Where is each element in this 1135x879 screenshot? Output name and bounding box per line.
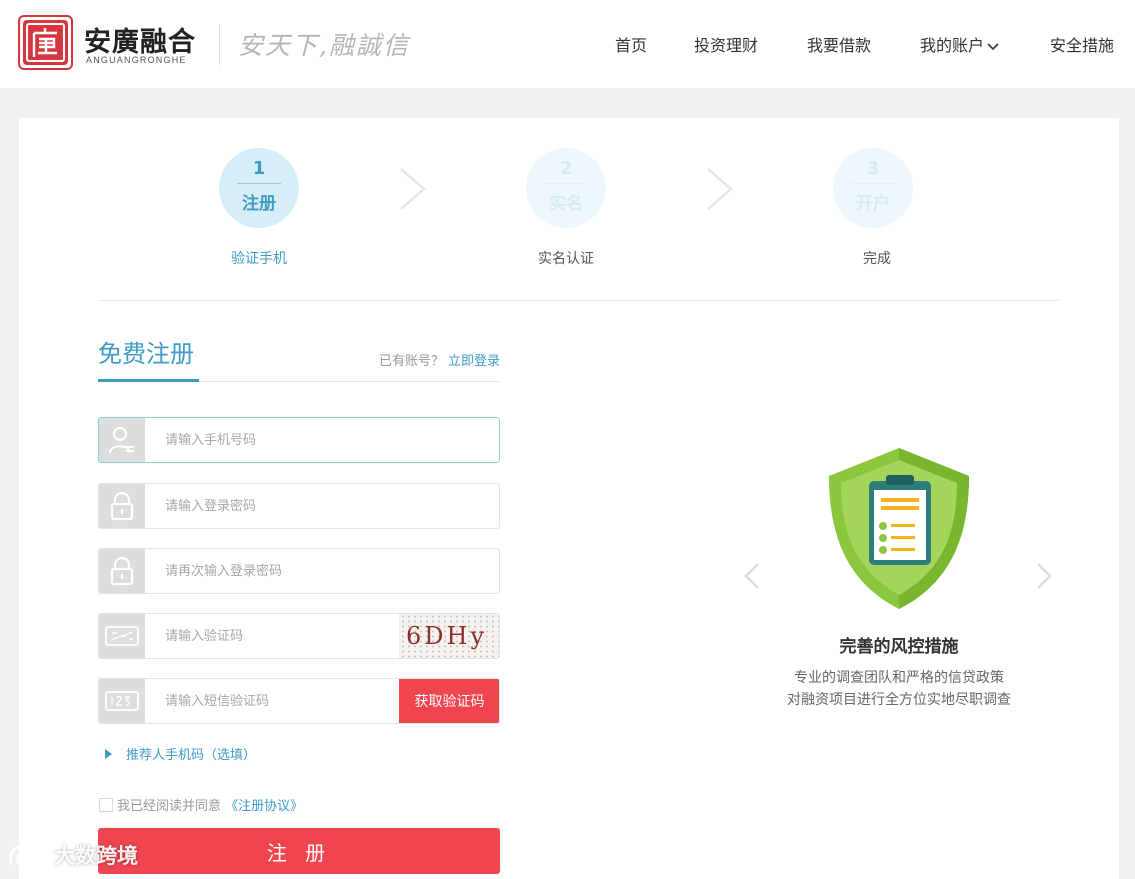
brand-slogan: 安天下,融誠信 xyxy=(238,31,410,60)
shield-clipboard-icon xyxy=(829,448,969,609)
captcha-field: 6DHy xyxy=(98,613,500,659)
user-icon xyxy=(99,418,145,462)
agreement-link[interactable]: 《注册协议》 xyxy=(225,799,303,814)
step-3-number: 3 xyxy=(866,158,880,179)
sms-code-field: 获取验证码 xyxy=(98,678,500,724)
brand-logo-icon[interactable] xyxy=(18,15,73,70)
promo-desc-line-1: 专业的调查团队和严格的信贷政策 xyxy=(794,670,1004,686)
step-2-caption: 实名认证 xyxy=(538,251,594,267)
password-input[interactable] xyxy=(145,484,395,528)
nav-security-label: 安全措施 xyxy=(1050,36,1115,55)
step-2-circle: 2 实名 xyxy=(526,148,606,228)
triangle-right-icon xyxy=(105,749,112,759)
step-2-label: 实名 xyxy=(549,194,583,214)
brand-name: 安廣融合 xyxy=(84,27,196,58)
captcha-icon xyxy=(99,614,145,658)
sms-code-input[interactable] xyxy=(145,679,395,723)
step-1-label: 注册 xyxy=(242,194,276,214)
watermark: 大数跨境 xyxy=(8,840,138,870)
header-divider xyxy=(219,25,220,65)
login-link[interactable]: 立即登录 xyxy=(448,354,500,369)
get-sms-code-button[interactable]: 获取验证码 xyxy=(399,679,499,723)
step-1-caption: 验证手机 xyxy=(231,251,287,267)
captcha-text: 6DHy xyxy=(406,622,487,650)
keypad-123-icon xyxy=(99,679,145,723)
nav-borrow-label: 我要借款 xyxy=(807,36,872,55)
have-account: 已有账号？ 立即登录 xyxy=(379,350,500,369)
chevron-right-icon xyxy=(707,168,733,210)
chevron-right-icon xyxy=(400,168,426,210)
register-card: 1 注册 验证手机 2 实名 实名认证 3 开户 完成 免费注册 已有账号？ 立即… xyxy=(19,118,1119,879)
step-1-divider xyxy=(237,183,281,184)
register-button[interactable]: 注 册 xyxy=(98,828,500,874)
promo-desc-line-2: 对融资项目进行全方位实地尽职调查 xyxy=(787,692,1011,708)
site-header: 安廣融合 ANGUANGRONGHE 安天下,融誠信 首页 投资理财 我要借款 … xyxy=(0,0,1135,88)
lock-icon xyxy=(99,484,145,528)
step-3-circle: 3 开户 xyxy=(833,148,913,228)
lock-icon xyxy=(99,549,145,593)
nav-my-account[interactable]: 我的账户 xyxy=(920,32,999,56)
form-title-underline xyxy=(98,379,199,382)
nav-security[interactable]: 安全措施 xyxy=(1050,32,1114,56)
watermark-text: 大数跨境 xyxy=(54,844,138,868)
captcha-input[interactable] xyxy=(145,614,395,658)
have-account-text: 已有账号？ xyxy=(378,354,444,369)
step-3-caption: 完成 xyxy=(863,251,891,267)
brand-subtitle: ANGUANGRONGHE xyxy=(86,55,187,65)
promo-title: 完善的风控措施 xyxy=(839,637,959,657)
chevron-down-icon xyxy=(987,36,999,55)
step-2-number: 2 xyxy=(559,158,573,179)
password-confirm-input[interactable] xyxy=(145,549,395,593)
referrer-toggle[interactable]: 推荐人手机码（选填） xyxy=(105,744,256,763)
nav-invest[interactable]: 投资理财 xyxy=(694,32,758,56)
password-confirm-field xyxy=(98,548,500,594)
referrer-text: 推荐人手机码（选填） xyxy=(126,748,257,763)
watermark-logo-icon xyxy=(9,845,54,866)
nav-borrow[interactable]: 我要借款 xyxy=(807,32,871,56)
nav-home-label: 首页 xyxy=(615,36,648,55)
agree-text: 我已经阅读并同意 xyxy=(117,799,222,814)
agree-checkbox[interactable] xyxy=(99,798,113,812)
agreement-row: 我已经阅读并同意 《注册协议》 xyxy=(99,795,303,814)
form-title: 免费注册 xyxy=(98,340,194,368)
phone-field xyxy=(98,417,500,463)
password-field xyxy=(98,483,500,529)
slide-next-icon[interactable] xyxy=(1034,562,1054,590)
step-1-circle: 1 注册 xyxy=(219,148,299,228)
nav-invest-label: 投资理财 xyxy=(694,36,759,55)
promo-description: 专业的调查团队和严格的信贷政策 对融资项目进行全方位实地尽职调查 xyxy=(739,667,1059,711)
nav-my-account-label: 我的账户 xyxy=(920,36,985,55)
step-2-divider xyxy=(544,183,588,184)
phone-input[interactable] xyxy=(145,418,395,462)
nav-home[interactable]: 首页 xyxy=(615,32,647,56)
step-3-divider xyxy=(851,183,895,184)
step-3-label: 开户 xyxy=(856,194,890,214)
step-1-number: 1 xyxy=(252,158,266,179)
captcha-image[interactable]: 6DHy xyxy=(399,614,499,658)
steps-divider xyxy=(98,300,1060,301)
slide-prev-icon[interactable] xyxy=(742,562,762,590)
